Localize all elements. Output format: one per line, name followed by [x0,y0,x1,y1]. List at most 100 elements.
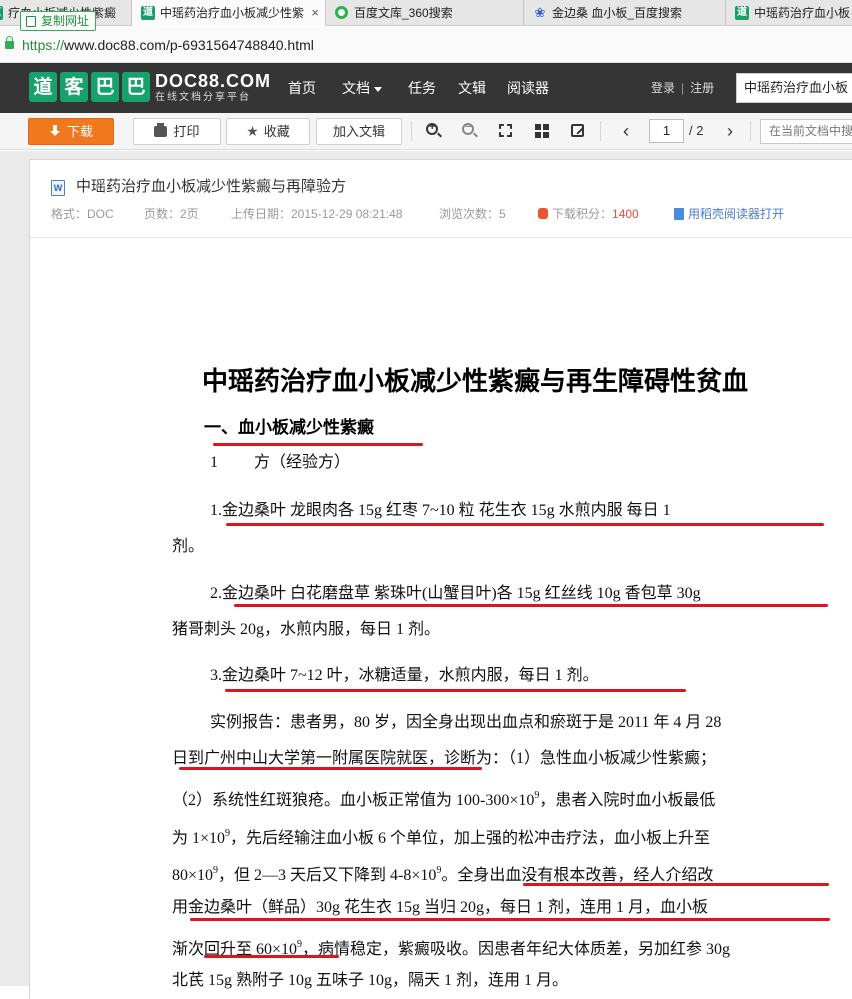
chevron-left-icon: ‹ [623,121,629,141]
meta-score: 下载积分：1400 [538,206,639,222]
text-line: 3.金边桑叶 7~12 叶，冰糖适量，水煎内服，每日 1 剂。 [210,667,599,684]
chevron-right-icon: › [727,121,733,141]
nav-tasks[interactable]: 任务 [408,63,436,113]
logo-wordmark: DOC88.COM [155,71,272,91]
nav-reader[interactable]: 阅读器 [507,63,549,113]
url-scheme: https:// [22,37,65,53]
download-button[interactable]: 下载 [28,118,114,145]
logo-char: 客 [60,72,88,102]
nav-documents[interactable]: 文档 [342,63,382,113]
logo-char: 道 [29,72,57,102]
copy-url-button[interactable]: 复制网址 [20,11,97,31]
meta-views: 浏览次数：5 [439,207,506,221]
score-label: 下载积分： [552,207,613,221]
text-line: 实例报告：患者男，80 岁，因全身出现出血点和瘀斑于是 2011 年 4 月 2… [210,714,722,731]
url-path: www.doc88.com/p-6931564748840.html [64,37,314,53]
divider [411,121,412,141]
divider [600,121,601,141]
browser-tab[interactable]: ❀ 金边桑 血小板_百度搜索 [524,0,726,26]
open-with-reader-link[interactable]: 用稻壳阅读器打开 [674,206,784,222]
red-underline [234,604,828,607]
zoom-out-button[interactable]: − [461,121,479,140]
star-icon: ★ [246,123,259,139]
edit-icon [571,124,584,137]
print-label: 打印 [173,124,200,139]
annotate-button[interactable] [569,122,587,140]
red-underline [204,955,339,958]
site-search-input[interactable]: 中瑶药治疗血小板 [736,73,852,103]
zoom-out-icon: − [462,121,474,135]
favorite-label: 收藏 [263,124,290,139]
document-heading: 中瑶药治疗血小板减少性紫癜与再生障碍性贫血 [202,367,749,397]
text-segment: （2）系统性红斑狼疮。血小板正常值为 100-300×10 [172,792,535,809]
red-underline [226,523,824,526]
red-underline [523,883,829,886]
red-underline [179,767,482,770]
tab-title: 中瑶药治疗血小板减少性紫 [160,6,305,20]
close-tab-icon[interactable]: × [311,0,319,25]
download-label: 下载 [66,124,93,139]
doc-toolbar: 下载 打印 ★ 收藏 加入文辑 + − ‹ 1 / 2 › 在当前文档中搜索 [0,113,852,150]
print-button[interactable]: 打印 [133,118,221,145]
fullscreen-button[interactable] [497,122,515,140]
360-search-icon [335,6,348,19]
text-line: 剂。 [172,538,205,555]
coin-icon [538,208,548,219]
browser-tab[interactable]: 百度文库_360搜索 [326,0,524,26]
copy-url-label: 复制网址 [41,14,90,28]
favorite-button[interactable]: ★ 收藏 [226,118,310,145]
document-icon [674,208,684,220]
next-page-button[interactable]: › [721,120,739,142]
text-segment: 80×10 [172,867,214,884]
text-line: 2.金边桑叶 白花磨盘草 紫珠叶(山蟹目叶)各 15g 红丝线 10g 香包草 … [210,585,701,602]
text-line: （2）系统性红斑狼疮。血小板正常值为 100-300×109，患者入院时血小板最… [172,785,715,812]
meta-format: 格式：DOC [51,207,114,221]
doc88-icon: 道 [0,6,3,20]
url-text[interactable]: https://www.doc88.com/p-6931564748840.ht… [22,36,314,54]
thumbnail-view-button[interactable] [533,122,551,140]
login-link[interactable]: 登录 [651,81,675,95]
add-to-collection-button[interactable]: 加入文辑 [316,118,402,145]
chevron-down-icon [374,86,382,92]
baidu-paw-icon: ❀ [534,5,546,20]
logo-tagline: 在线文档分享平台 [155,92,251,103]
open-with-label: 用稻壳阅读器打开 [688,207,785,221]
meta-upload-date: 上传日期：2015-12-29 08:21:48 [231,207,403,221]
tab-title: 金边桑 血小板_百度搜索 [552,6,683,20]
word-doc-icon: W [51,180,65,196]
text-line: 用金边桑叶（鲜品）30g 花生衣 15g 当归 20g，每日 1 剂，连用 1 … [172,899,709,916]
doc-search-input[interactable]: 在当前文档中搜索 [760,119,852,144]
document-page: W 中瑶药治疗血小板减少性紫癜与再障验方 格式：DOC 页数：2页 上传日期：2… [29,159,852,999]
doc88-icon: 道 [735,6,749,20]
text-line: 为 1×109，先后经输注血小板 6 个单位，加上强的松冲击疗法，血小板上升至 [172,823,710,850]
document-viewer[interactable]: W 中瑶药治疗血小板减少性紫癜与再障验方 格式：DOC 页数：2页 上传日期：2… [0,151,852,999]
grid-icon [535,124,549,138]
tab-title: 中瑶药治疗血小板 [754,6,851,20]
lock-icon [5,36,14,49]
browser-tab[interactable]: 道 中瑶药治疗血小板 [726,0,852,26]
prev-page-button[interactable]: ‹ [617,120,635,142]
browser-tab-active[interactable]: 道 中瑶药治疗血小板减少性紫 × [132,0,326,26]
section-heading: 一、血小板减少性紫癜 [204,418,374,438]
register-link[interactable]: 注册 [690,81,714,95]
zoom-in-button[interactable]: + [425,121,443,140]
text-line: 猪哥刺头 20g，水煎内服，每日 1 剂。 [172,621,441,638]
nav-home[interactable]: 首页 [288,63,316,113]
nav-collections[interactable]: 文辑 [458,63,486,113]
address-bar[interactable]: https://www.doc88.com/p-6931564748840.ht… [0,27,852,63]
text-line: 1.金边桑叶 龙眼肉各 15g 红枣 7~10 粒 花生衣 15g 水煎内服 每… [210,502,671,519]
text-segment: ，但 2—3 天后又下降到 4-8×10 [218,867,437,884]
site-logo[interactable]: 道 客 巴 巴 [29,72,153,104]
red-underline [225,689,686,692]
page-total: / 2 [689,123,704,138]
login-area: 登录 | 注册 [651,63,714,113]
meta-pages: 页数：2页 [144,207,199,221]
page-number-input[interactable]: 1 [649,119,684,143]
logo-char: 巴 [91,72,119,102]
document-info: W 中瑶药治疗血小板减少性紫癜与再障验方 格式：DOC 页数：2页 上传日期：2… [30,160,852,238]
text-line: 1 方（经验方） [210,454,351,471]
divider [750,121,751,141]
copy-icon [26,16,36,27]
text-line: 北芪 15g 熟附子 10g 五味子 10g，隔天 1 剂，连用 1 月。 [172,972,569,989]
document-title: 中瑶药治疗血小板减少性紫癜与再障验方 [76,178,347,195]
